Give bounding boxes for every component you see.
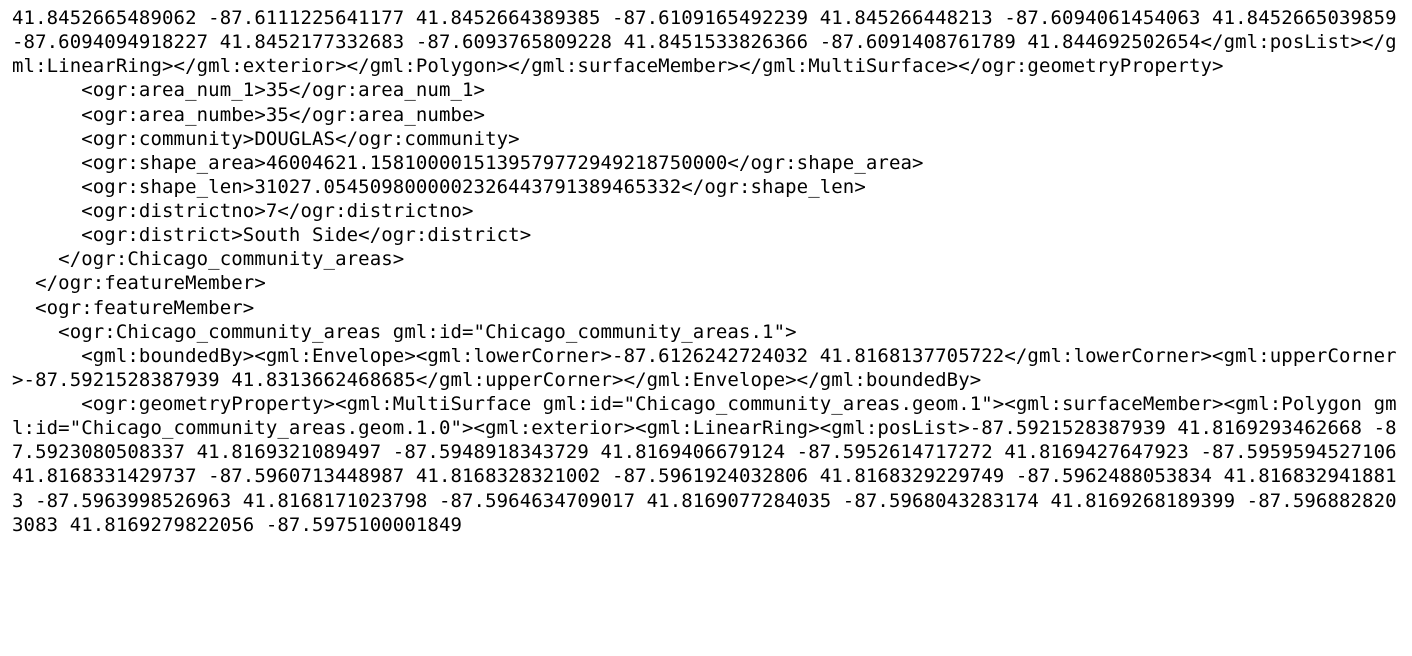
gml-xml-source: 41.8452665489062 -87.6111225641177 41.84… bbox=[0, 0, 1412, 543]
